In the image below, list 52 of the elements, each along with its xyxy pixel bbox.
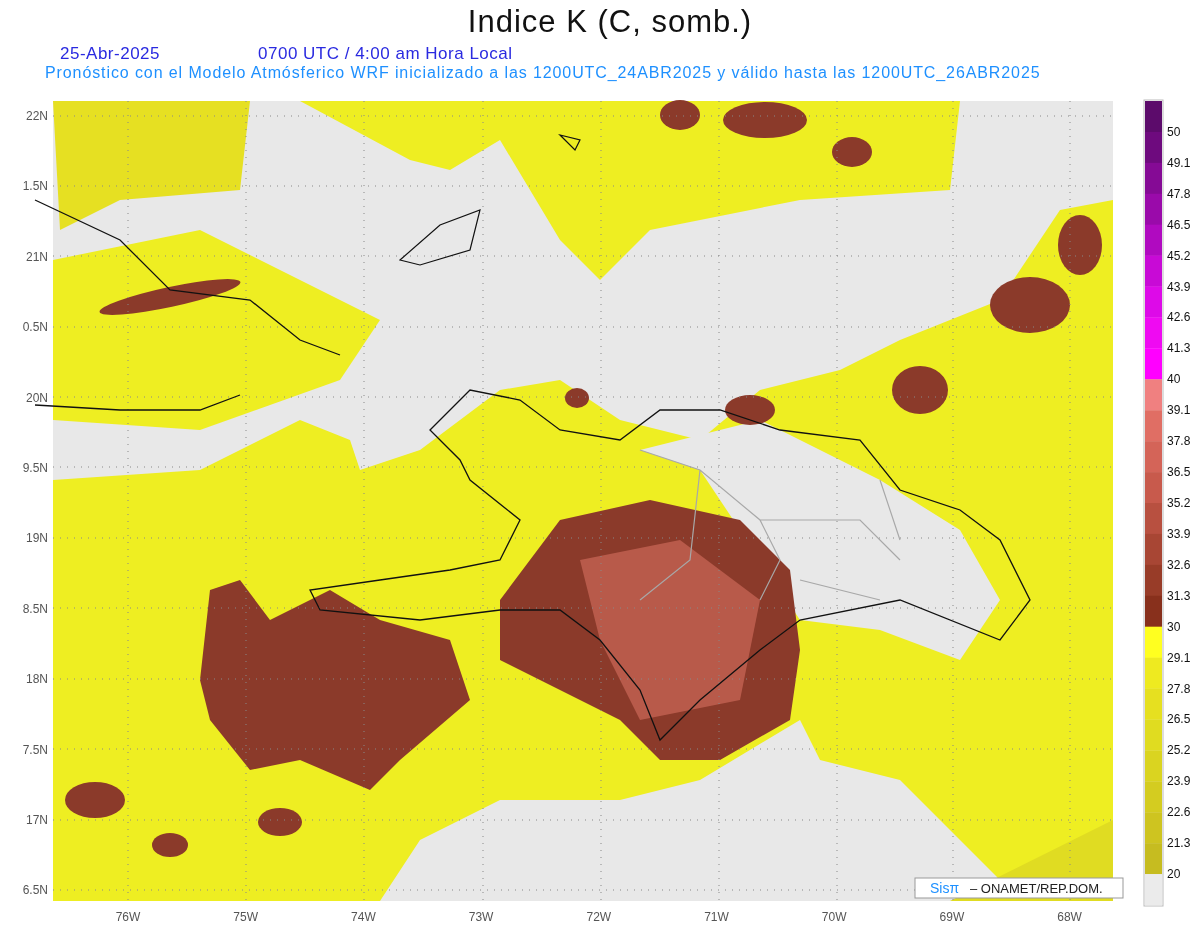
colorbar-label: 30 <box>1167 619 1181 634</box>
longitude-label: 72W <box>586 910 612 924</box>
colorbar-label: 45.2 <box>1167 248 1191 263</box>
chart-title: Indice K (C, somb.) <box>467 4 753 40</box>
latitude-label: 22N <box>26 109 48 123</box>
subtitle-text: Pronóstico con el Modelo Atmósferico WRF inicializado a las 1200UTC_24ABR2025 y válido hasta las 1200UTC_26ABR2025 <box>44 64 1042 82</box>
longitude-label: 71W <box>704 910 729 924</box>
colorbar-label: 50 <box>1167 124 1181 139</box>
colorbar-label: 26.5 <box>1167 712 1191 727</box>
colorbar-label: 32.6 <box>1167 557 1191 572</box>
latitude-label: 9.5N <box>22 461 48 475</box>
latitude-label: 6.5N <box>22 883 48 898</box>
colorbar-label: 27.8 <box>1167 681 1191 696</box>
colorbar-label: 39.1 <box>1167 403 1191 418</box>
colorbar-label: 40 <box>1167 372 1181 387</box>
colorbar-label: 46.5 <box>1167 217 1191 232</box>
colorbar-label: 31.3 <box>1167 588 1191 603</box>
colorbar-label: 21.3 <box>1167 836 1191 851</box>
colorbar-label: 42.6 <box>1167 310 1191 325</box>
colorbar-label: 22.6 <box>1167 805 1191 820</box>
latitude-label: 1.5N <box>22 179 48 194</box>
colorbar-label: 47.8 <box>1167 186 1191 201</box>
longitude-label: 76W <box>115 910 141 924</box>
colorbar-label: 41.3 <box>1167 341 1191 356</box>
credit-text: – ONAMET/REP.DOM. <box>970 881 1103 896</box>
latitude-label: 7.5N <box>22 742 48 757</box>
longitude-label: 73W <box>468 910 494 924</box>
time-text: 0700 UTC / 4:00 am Hora Local <box>258 44 513 64</box>
latitude-label: 19N <box>26 531 48 546</box>
latitude-label: 8.5N <box>22 601 48 616</box>
longitude-label: 69W <box>939 910 965 924</box>
latitude-label: 17N <box>26 813 48 827</box>
colorbar-label: 20 <box>1167 867 1181 882</box>
longitude-label: 75W <box>233 910 259 924</box>
colorbar-label: 43.9 <box>1167 279 1191 294</box>
colorbar-label: 25.2 <box>1167 743 1191 758</box>
logo-text: Sisπ <box>930 880 960 896</box>
colorbar-label: 33.9 <box>1167 526 1191 541</box>
colorbar-label: 29.1 <box>1167 650 1191 665</box>
longitude-label: 74W <box>351 910 376 924</box>
colorbar-label: 49.1 <box>1167 155 1191 170</box>
colorbar-label: 23.9 <box>1167 774 1191 789</box>
colorbar-label: 36.5 <box>1167 465 1191 480</box>
date-text: 25-Abr-2025 <box>60 44 160 64</box>
latitude-label: 18N <box>26 672 48 687</box>
latitude-label: 21N <box>26 249 48 264</box>
colorbar-label: 35.2 <box>1167 496 1191 510</box>
colorbar-label: 37.8 <box>1167 434 1191 449</box>
longitude-label: 68W <box>1057 910 1082 924</box>
latitude-label: 20N <box>26 390 48 405</box>
longitude-label: 70W <box>821 910 847 924</box>
latitude-label: 0.5N <box>22 320 48 335</box>
